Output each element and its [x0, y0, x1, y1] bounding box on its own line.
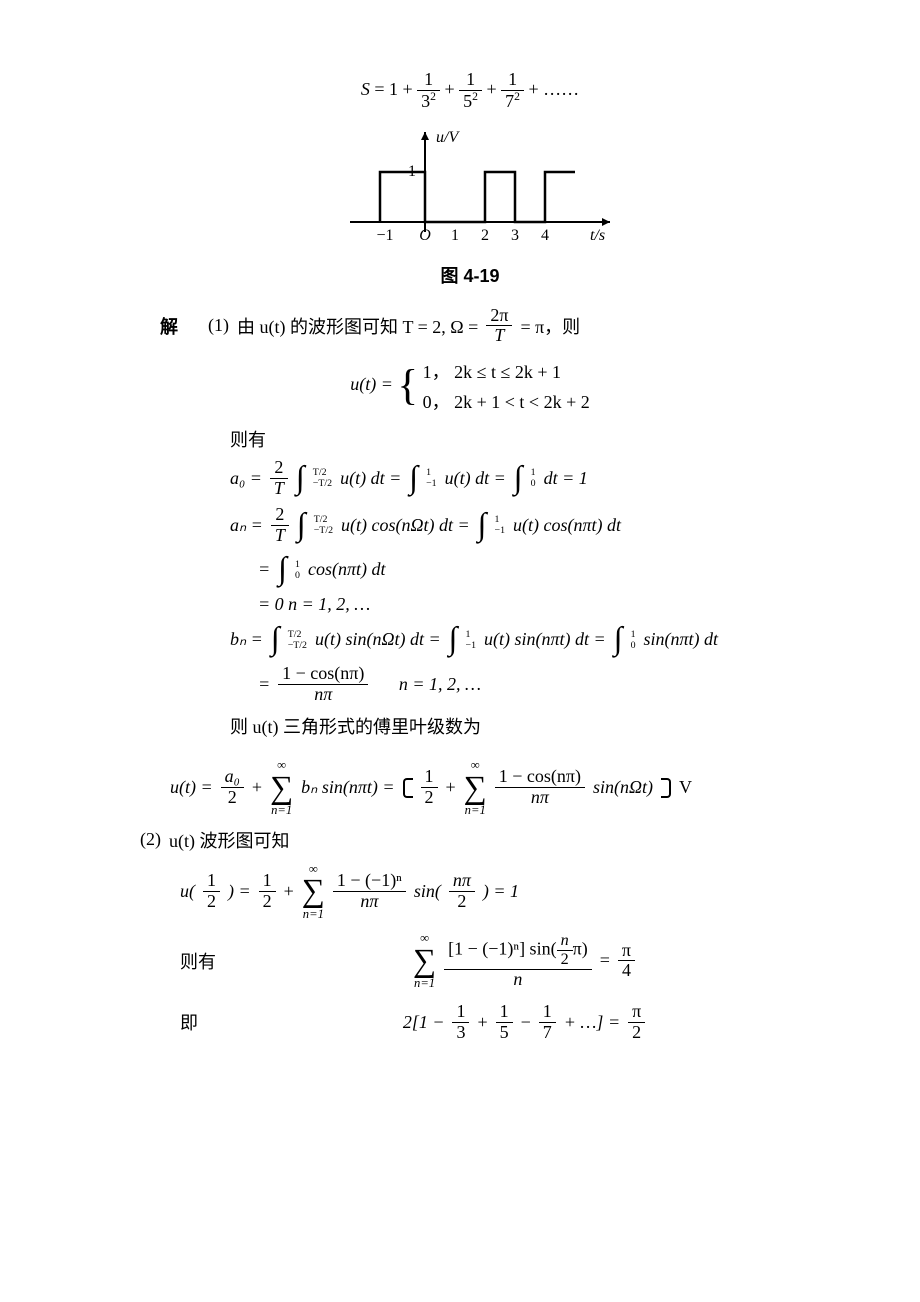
case-2: 0， 2k + 1 < t < 2k + 2	[423, 386, 590, 416]
part2-label: (2)	[140, 829, 161, 850]
part2-header: (2) u(t) 波形图可知	[140, 827, 800, 853]
u-half-equation: u( 12 ) = 12 + ∞ ∑ n=1 1 − (−1)ⁿnπ sin( …	[180, 863, 800, 921]
an-equation-2: = ∫ 1 0 cos(nπt) dt	[258, 551, 800, 588]
waveform-figure: −1 O 1 2 3 4 t/s u/V 1 图 4-19	[140, 122, 800, 288]
series-S-lhs: S	[361, 79, 370, 99]
solution-heading: 解	[160, 313, 178, 339]
bn-equation-2: = 1 − cos(nπ) nπ n = 1, 2, …	[258, 664, 800, 705]
xtick-3: 3	[511, 227, 519, 244]
integral-icon: ∫	[296, 460, 305, 497]
right-bracket-icon	[661, 778, 671, 798]
part1-text-a: 由 u(t) 的波形图可知 T = 2, Ω =	[237, 313, 478, 339]
part2-text: u(t) 波形图可知	[169, 827, 290, 853]
bn-equation-1: bₙ = ∫ T/2 −T/2 u(t) sin(nΩt) dt = ∫ 1 −…	[230, 621, 800, 658]
series-equation: S = 1 + 132 + 152 + 172 + ……	[140, 70, 800, 112]
xlabel: t/s	[590, 227, 605, 244]
ut-piecewise: u(t) = { 1， 2k ≤ t ≤ 2k + 1 0， 2k + 1 < …	[140, 356, 800, 416]
xtick-O: O	[419, 227, 431, 244]
then-have: 则有	[230, 426, 800, 452]
part1-text-b: = π，则	[520, 313, 580, 339]
ut-lhs: u(t) =	[350, 374, 397, 394]
figure-caption: 图 4-19	[140, 262, 800, 288]
sum-icon: ∞ ∑ n=1	[270, 759, 293, 817]
final-line: 即 2[1 − 13 + 15 − 17 + …] = π2	[180, 1002, 800, 1043]
xtick--1: −1	[376, 227, 393, 244]
solution-line-1: 解 (1) 由 u(t) 的波形图可知 T = 2, Ω = 2π T = π，…	[160, 306, 800, 347]
trig-series-text: 则 u(t) 三角形式的傅里叶级数为	[230, 713, 800, 739]
an-equation-1: aₙ = 2T ∫ T/2 −T/2 u(t) cos(nΩt) dt = ∫ …	[230, 505, 800, 546]
xtick-2: 2	[481, 227, 489, 244]
brace-icon: {	[397, 367, 418, 406]
a0-equation: a₀ = 2T ∫ T/2 −T/2 u(t) dt = ∫ 1 −1 u(t)…	[230, 458, 800, 499]
xtick-1: 1	[451, 227, 459, 244]
then-have-2: 则有	[180, 948, 240, 974]
waveform-svg: −1 O 1 2 3 4 t/s u/V 1	[320, 122, 620, 252]
ylabel: u/V	[436, 129, 460, 146]
left-bracket-icon	[403, 778, 413, 798]
an-equation-3: = 0 n = 1, 2, …	[258, 594, 800, 615]
sum-pi4-line: 则有 ∞ ∑ n=1 [1 − (−1)ⁿ] sin(n2π) n = π4	[180, 932, 800, 990]
xtick-4: 4	[541, 227, 549, 244]
ie-label: 即	[180, 1009, 240, 1035]
ut-series: u(t) = a₀2 + ∞ ∑ n=1 bₙ sin(nπt) = 12 + …	[170, 759, 800, 817]
part1-label: (1)	[208, 315, 229, 336]
frac-2pi-T: 2π T	[486, 306, 512, 347]
case-1: 1， 2k ≤ t ≤ 2k + 1	[423, 356, 590, 386]
